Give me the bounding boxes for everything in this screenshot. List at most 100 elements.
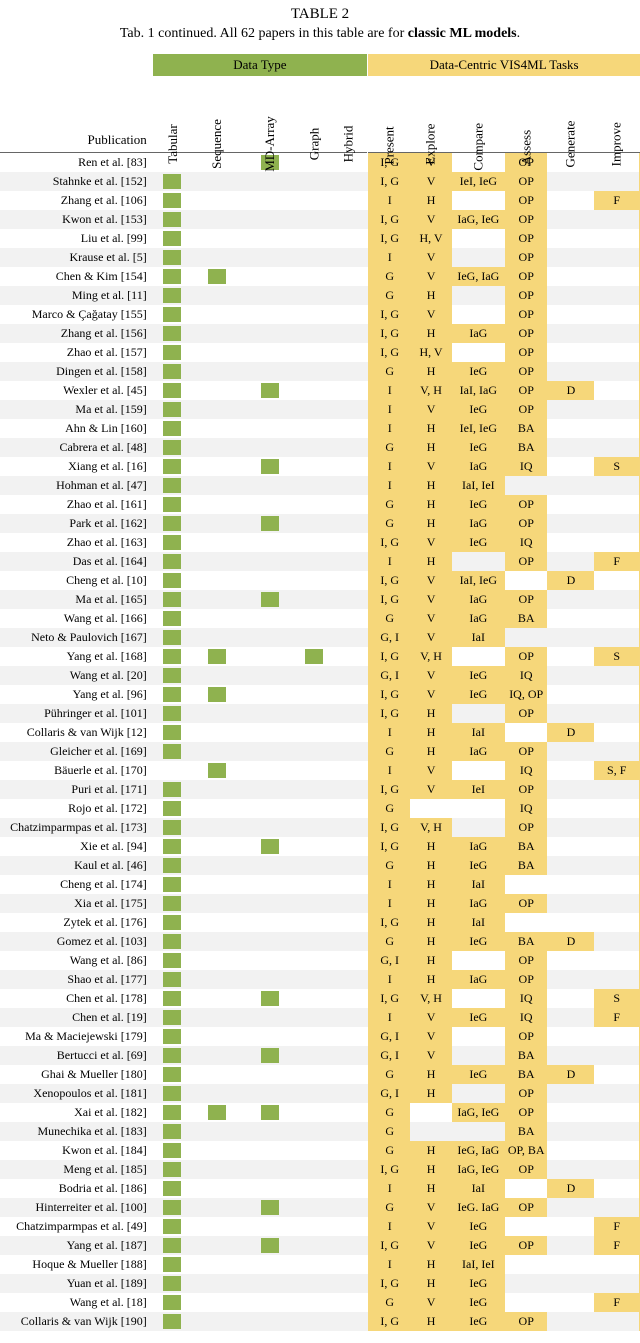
publication-cell: Wang et al. [86] bbox=[0, 951, 153, 970]
data-type-cell bbox=[298, 590, 331, 609]
table-row: Yang et al. [168]I, GV, HOPS bbox=[0, 647, 640, 666]
data-type-cell bbox=[192, 1274, 242, 1293]
task-cell bbox=[594, 362, 639, 381]
data-type-cell bbox=[330, 172, 367, 191]
data-type-cell bbox=[153, 1255, 193, 1274]
task-cell bbox=[547, 305, 594, 324]
data-type-cell bbox=[298, 381, 331, 400]
task-cell bbox=[594, 286, 639, 305]
table-row: Ma et al. [165]I, GVIaGOP bbox=[0, 590, 640, 609]
data-type-cell bbox=[242, 685, 298, 704]
publication-cell: Zhao et al. [163] bbox=[0, 533, 153, 552]
publication-cell: Cabrera et al. [48] bbox=[0, 438, 153, 457]
task-cell: IaI bbox=[452, 628, 505, 647]
data-type-cell bbox=[298, 1179, 331, 1198]
task-cell bbox=[547, 514, 594, 533]
data-type-cell bbox=[298, 875, 331, 894]
data-type-cell bbox=[330, 590, 367, 609]
publication-cell: Ghai & Mueller [180] bbox=[0, 1065, 153, 1084]
data-type-cell bbox=[298, 1293, 331, 1312]
data-type-cell bbox=[153, 248, 193, 267]
task-cell: H bbox=[410, 894, 451, 913]
data-type-cell bbox=[330, 1122, 367, 1141]
task-cell bbox=[505, 723, 548, 742]
task-cell: OP bbox=[505, 1084, 548, 1103]
task-cell bbox=[547, 951, 594, 970]
task-cell: V bbox=[410, 1293, 451, 1312]
task-cell bbox=[547, 989, 594, 1008]
task-cell: OP bbox=[505, 970, 548, 989]
data-type-cell bbox=[192, 1217, 242, 1236]
task-cell: H bbox=[410, 495, 451, 514]
table-row: Zytek et al. [176]I, GHIaI bbox=[0, 913, 640, 932]
task-cell: F bbox=[594, 552, 639, 571]
task-cell: IeG bbox=[452, 1236, 505, 1255]
data-type-cell bbox=[330, 514, 367, 533]
publication-cell: Krause et al. [5] bbox=[0, 248, 153, 267]
task-cell: OP bbox=[505, 343, 548, 362]
data-type-cell bbox=[192, 970, 242, 989]
task-cell bbox=[594, 913, 639, 932]
task-cell: H bbox=[410, 286, 451, 305]
task-cell: G, I bbox=[369, 1046, 410, 1065]
data-type-cell bbox=[298, 514, 331, 533]
data-type-cell bbox=[298, 1122, 331, 1141]
data-type-cell bbox=[298, 704, 331, 723]
data-type-cell bbox=[153, 1141, 193, 1160]
data-type-cell bbox=[330, 1312, 367, 1331]
data-type-cell bbox=[242, 1217, 298, 1236]
data-type-cell bbox=[242, 609, 298, 628]
task-cell bbox=[547, 172, 594, 191]
data-type-cell bbox=[330, 761, 367, 780]
task-cell: G bbox=[369, 514, 410, 533]
publication-cell: Kwon et al. [153] bbox=[0, 210, 153, 229]
publication-cell: Ma et al. [165] bbox=[0, 590, 153, 609]
data-type-cell bbox=[330, 1255, 367, 1274]
data-type-cell bbox=[192, 552, 242, 571]
data-type-cell bbox=[192, 1122, 242, 1141]
data-type-cell bbox=[192, 495, 242, 514]
data-type-cell bbox=[242, 229, 298, 248]
table-row: Collaris & van Wijk [12]IHIaID bbox=[0, 723, 640, 742]
data-type-cell bbox=[153, 837, 193, 856]
task-cell bbox=[594, 628, 639, 647]
task-cell: IaG bbox=[452, 742, 505, 761]
data-type-cell bbox=[298, 286, 331, 305]
data-type-cell bbox=[298, 970, 331, 989]
data-type-cell bbox=[298, 780, 331, 799]
task-cell bbox=[547, 761, 594, 780]
table-row: Zhang et al. [156]I, GHIaGOP bbox=[0, 324, 640, 343]
data-type-cell bbox=[153, 1103, 193, 1122]
publication-cell: Puri et al. [171] bbox=[0, 780, 153, 799]
data-type-cell bbox=[192, 1198, 242, 1217]
task-cell bbox=[452, 647, 505, 666]
task-cell bbox=[594, 514, 639, 533]
publication-cell: Xiang et al. [16] bbox=[0, 457, 153, 476]
task-cell: IaG, IeG bbox=[452, 1160, 505, 1179]
data-type-cell bbox=[330, 951, 367, 970]
task-cell: OP bbox=[505, 381, 548, 400]
col-present: Present bbox=[369, 76, 410, 153]
data-type-cell bbox=[298, 248, 331, 267]
data-type-cell bbox=[298, 419, 331, 438]
table-row: Chen et al. [178]I, GV, HIQS bbox=[0, 989, 640, 1008]
publication-cell: Chen & Kim [154] bbox=[0, 267, 153, 286]
task-cell bbox=[547, 666, 594, 685]
task-cell bbox=[547, 1255, 594, 1274]
publication-cell: Ma et al. [159] bbox=[0, 400, 153, 419]
table-row: Xenopoulos et al. [181]G, IHOP bbox=[0, 1084, 640, 1103]
task-cell: OP bbox=[505, 1198, 548, 1217]
data-type-cell bbox=[298, 1255, 331, 1274]
data-type-cell bbox=[192, 1046, 242, 1065]
data-type-cell bbox=[242, 343, 298, 362]
publication-cell: Marco & Çağatay [155] bbox=[0, 305, 153, 324]
task-cell bbox=[410, 799, 451, 818]
task-cell: I bbox=[369, 381, 410, 400]
task-cell: G bbox=[369, 362, 410, 381]
task-cell: H bbox=[410, 1141, 451, 1160]
data-type-cell bbox=[192, 1312, 242, 1331]
data-type-cell bbox=[153, 324, 193, 343]
task-cell: D bbox=[547, 932, 594, 951]
task-cell bbox=[594, 571, 639, 590]
publication-cell: Bertucci et al. [69] bbox=[0, 1046, 153, 1065]
